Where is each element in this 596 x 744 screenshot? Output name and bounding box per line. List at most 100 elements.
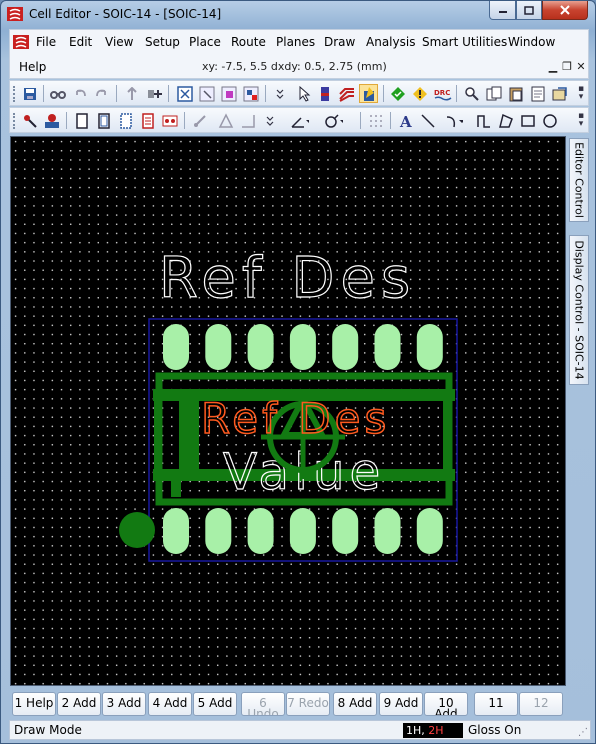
polygon-button[interactable] [496,111,515,130]
pin-button[interactable] [160,111,179,130]
redo-button[interactable] [92,84,111,103]
resize-grip-icon[interactable]: ⋰ [578,727,588,738]
mdi-restore-button[interactable]: ❐ [560,61,574,73]
tab-editor-control[interactable]: Editor Control [569,138,589,222]
function-key-5[interactable]: 5 Add [193,692,237,716]
toolbar-grip[interactable] [13,113,16,129]
refdes-silkscreen-text[interactable]: Ref Des [158,245,416,311]
function-key-1[interactable]: 1 Help [12,692,56,716]
path-button[interactable] [474,111,493,130]
function-key-10[interactable]: 10 Add [424,692,468,716]
menu-window[interactable]: Window [508,35,555,49]
function-key-12[interactable]: 12 [519,692,563,716]
bottom-pad-7[interactable] [416,508,443,554]
rectangle-button[interactable] [518,111,537,130]
angle-button[interactable] [238,111,257,130]
zoom-window-button[interactable] [197,84,216,103]
function-key-2[interactable]: 2 Add [57,692,101,716]
top-pad-2[interactable] [205,324,232,370]
menu-view[interactable]: View [105,35,133,49]
zoom-fit-button[interactable] [175,84,194,103]
bottom-pad-5[interactable] [332,508,359,554]
bottom-pad-1[interactable] [163,508,189,554]
status-active-layers[interactable]: 1H, 2H [403,723,463,738]
toolbar-overflow-button[interactable]: ▪ ▾ [577,112,585,129]
paste-button[interactable] [506,84,525,103]
menu-draw[interactable]: Draw [324,35,355,49]
menu-file[interactable]: File [36,35,56,49]
toolbar-grip[interactable] [13,86,16,102]
menu-setup[interactable]: Setup [145,35,180,49]
grid-snap-button[interactable] [324,111,343,130]
function-key-9[interactable]: 9 Add [379,692,423,716]
add-pin-button[interactable] [144,84,163,103]
zoom-in-button[interactable] [219,84,238,103]
top-pad-1[interactable] [163,324,189,370]
new-page-button[interactable] [72,111,91,130]
dot-grid-button[interactable] [366,111,385,130]
function-key-4[interactable]: 4 Add [148,692,192,716]
drc-warn-button[interactable] [410,84,429,103]
bottom-pad-4[interactable] [289,508,316,554]
function-key-8[interactable]: 8 Add [333,692,377,716]
move-button[interactable] [122,84,141,103]
menu-edit[interactable]: Edit [69,35,92,49]
menu-analysis[interactable]: Analysis [366,35,415,49]
toolbar-overflow-button[interactable]: ▪ ▾ [577,85,585,102]
move-angle-button[interactable] [190,111,209,130]
select-button[interactable] [294,84,313,103]
function-key-6[interactable]: 6 Undo [241,692,285,716]
document-icon[interactable] [12,34,30,50]
find-button[interactable] [48,84,67,103]
bottom-pad-3[interactable] [247,508,274,554]
frame-button[interactable] [116,111,135,130]
route-button[interactable] [337,84,356,103]
function-key-11[interactable]: 11 [474,692,518,716]
maximize-button[interactable] [516,1,542,20]
save-button[interactable] [20,84,39,103]
pin1-indicator[interactable] [119,512,155,548]
settings-button[interactable] [550,84,569,103]
rotate-button[interactable] [216,111,235,130]
snap-angle-button[interactable] [290,111,309,130]
minimize-button[interactable] [489,1,516,20]
mdi-minimize-button[interactable]: ▁ [546,61,560,73]
mdi-close-button[interactable]: ✕ [574,61,588,73]
tab-display-control[interactable]: Display Control - SOIC-14 [569,235,589,385]
drc-button[interactable]: DRC [433,84,452,103]
toolbar-more-button[interactable] [270,84,289,103]
design-canvas[interactable]: Ref Des Value [10,136,566,686]
find-text-button[interactable] [462,84,481,103]
move-toolbar-more-button[interactable] [260,111,279,130]
bottom-pad-2[interactable] [205,508,232,554]
close-button[interactable] [542,1,588,20]
menu-help[interactable]: Help [19,60,46,74]
properties-button[interactable] [528,84,547,103]
function-key-3[interactable]: 3 Add [102,692,146,716]
function-key-7[interactable]: 7 Redo [286,692,330,716]
menu-planes[interactable]: Planes [276,35,315,49]
drc-on-button[interactable] [388,84,407,103]
grid-button[interactable] [138,111,157,130]
text-button[interactable]: A [396,111,415,130]
arc-button[interactable] [444,111,463,130]
layer-button[interactable] [315,84,334,103]
zoom-out-button[interactable] [241,84,260,103]
place-part-button[interactable] [20,111,39,130]
top-pad-6[interactable] [374,324,401,370]
highlight-button[interactable] [359,84,378,103]
top-pad-5[interactable] [332,324,359,370]
circle-button[interactable] [540,111,559,130]
undo-button[interactable] [70,84,89,103]
top-pad-7[interactable] [416,324,443,370]
refdes-assembly-text[interactable]: Ref Des [200,393,390,444]
menu-route[interactable]: Route [231,35,266,49]
top-pad-3[interactable] [247,324,274,370]
line-button[interactable] [418,111,437,130]
menu-place[interactable]: Place [189,35,221,49]
copy-button[interactable] [484,84,503,103]
menu-smart-utilities[interactable]: Smart Utilities [422,35,507,49]
top-pad-4[interactable] [289,324,316,370]
place-refdes-button[interactable] [42,111,61,130]
bottom-pad-6[interactable] [374,508,401,554]
